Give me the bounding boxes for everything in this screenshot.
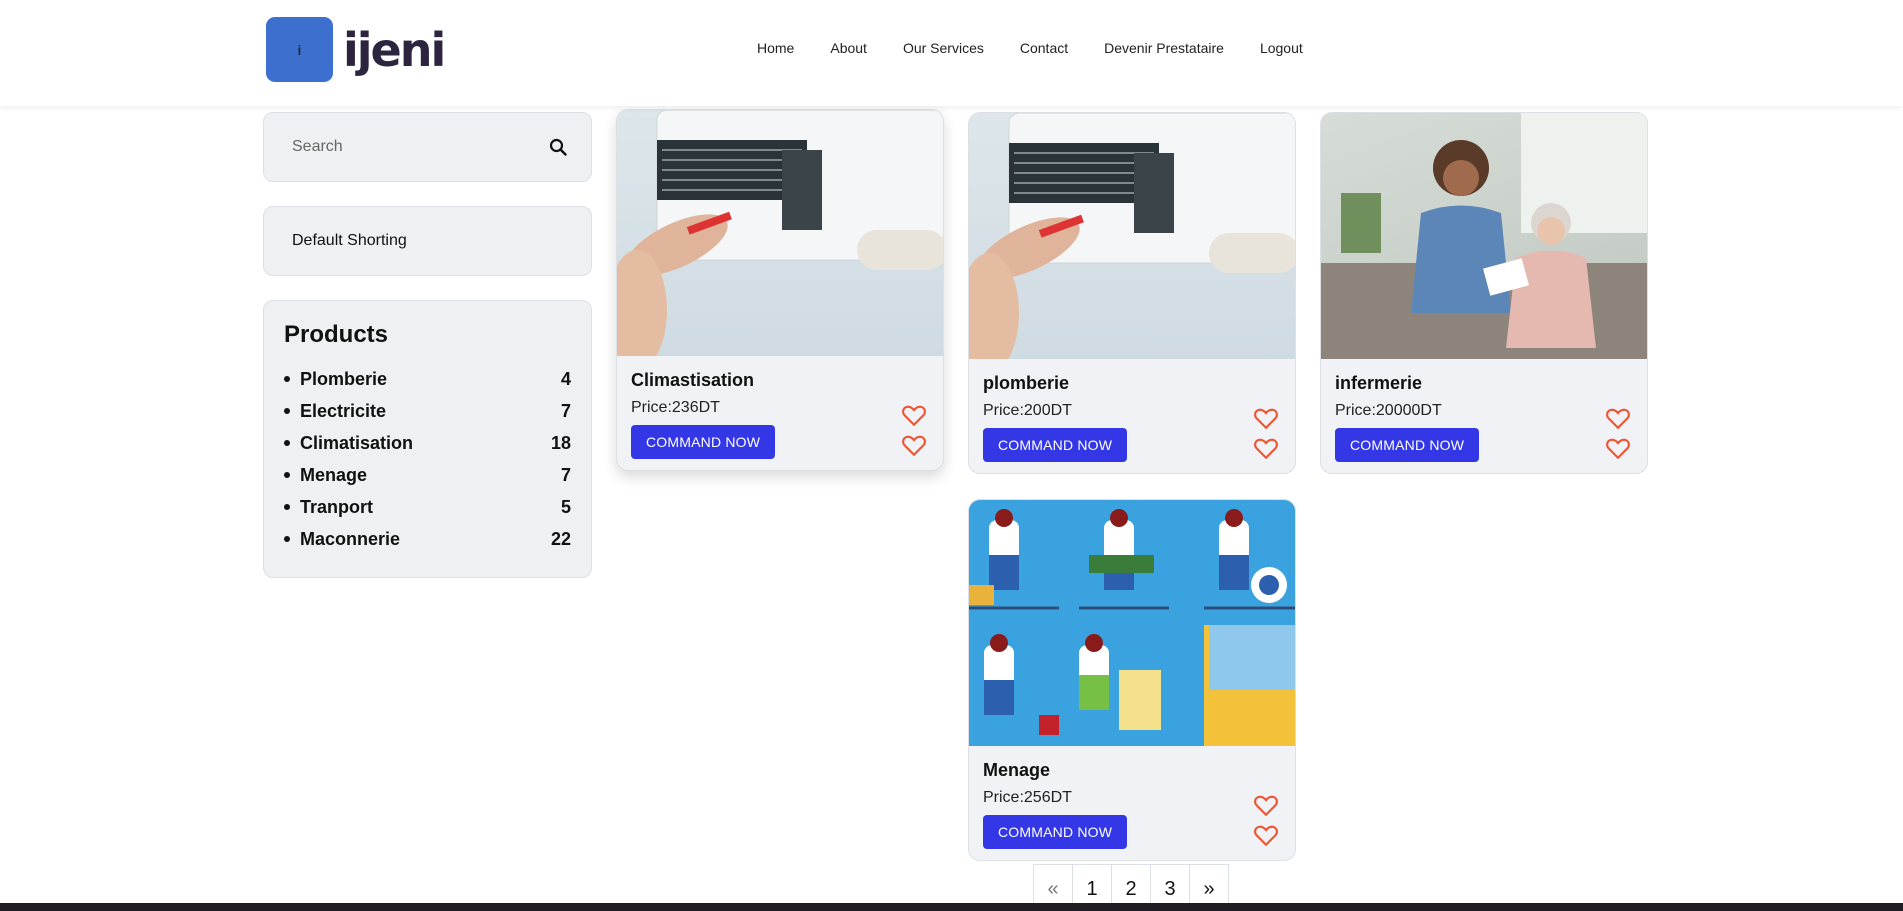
command-now-button[interactable]: COMMAND NOW bbox=[983, 428, 1128, 462]
product-card[interactable]: Climastisation Price:236DT COMMAND NOW bbox=[616, 109, 944, 471]
nav-about[interactable]: About bbox=[830, 40, 867, 56]
product-card[interactable]: plomberie Price:200DT COMMAND NOW bbox=[968, 112, 1296, 474]
category-label: Tranport bbox=[284, 497, 373, 518]
category-title: Products bbox=[284, 321, 389, 348]
search-input[interactable] bbox=[292, 138, 532, 156]
product-price: Price:20000DT bbox=[1335, 402, 1442, 419]
heart-icon[interactable] bbox=[1253, 405, 1279, 431]
nav-our-services[interactable]: Our Services bbox=[903, 40, 984, 56]
category-item-menage[interactable]: Menage 7 bbox=[284, 459, 571, 491]
product-info: infermerie Price:20000DT COMMAND NOW bbox=[1321, 359, 1647, 473]
category-count: 4 bbox=[560, 368, 571, 389]
heart-icon[interactable] bbox=[901, 402, 927, 428]
product-image-housekeeping bbox=[969, 500, 1295, 746]
product-image-ac-repair bbox=[969, 113, 1295, 359]
command-now-button[interactable]: COMMAND NOW bbox=[1335, 428, 1480, 462]
category-count: 18 bbox=[550, 432, 571, 453]
product-title[interactable]: plomberie bbox=[983, 373, 1281, 394]
favorite-icons bbox=[1605, 405, 1631, 461]
heart-icon[interactable] bbox=[901, 432, 927, 458]
nav-home[interactable]: Home bbox=[757, 40, 794, 56]
main-nav: Home About Our Services Contact Devenir … bbox=[757, 40, 1303, 56]
logo-mark-letter: i bbox=[297, 41, 302, 58]
favorite-icons bbox=[1253, 405, 1279, 461]
footer-bar bbox=[0, 903, 1903, 911]
category-count: 5 bbox=[560, 496, 571, 517]
nav-contact[interactable]: Contact bbox=[1020, 40, 1068, 56]
product-card[interactable]: infermerie Price:20000DT COMMAND NOW bbox=[1320, 112, 1648, 474]
category-count: 7 bbox=[560, 400, 571, 421]
nav-devenir-prestataire[interactable]: Devenir Prestataire bbox=[1104, 40, 1224, 56]
heart-icon[interactable] bbox=[1605, 435, 1631, 461]
product-info: Climastisation Price:236DT COMMAND NOW bbox=[617, 356, 943, 470]
heart-icon[interactable] bbox=[1253, 435, 1279, 461]
logo[interactable]: i ijeni bbox=[266, 17, 446, 82]
category-label: Maconnerie bbox=[284, 529, 400, 550]
product-info: Menage Price:256DT COMMAND NOW bbox=[969, 746, 1295, 860]
category-item-electricite[interactable]: Electricite 7 bbox=[284, 395, 571, 427]
favorite-icons bbox=[1253, 792, 1279, 848]
command-now-button[interactable]: COMMAND NOW bbox=[983, 815, 1128, 849]
product-info: plomberie Price:200DT COMMAND NOW bbox=[969, 359, 1295, 473]
category-count: 7 bbox=[560, 464, 571, 485]
heart-icon[interactable] bbox=[1605, 405, 1631, 431]
category-label: Electricite bbox=[284, 401, 386, 422]
sort-select[interactable]: Default Shorting bbox=[263, 206, 592, 276]
product-title[interactable]: infermerie bbox=[1335, 373, 1633, 394]
logo-text: ijeni bbox=[343, 22, 446, 77]
command-now-button[interactable]: COMMAND NOW bbox=[631, 425, 776, 459]
product-price: Price:256DT bbox=[983, 789, 1072, 806]
category-item-maconnerie[interactable]: Maconnerie 22 bbox=[284, 523, 571, 555]
category-label: Plomberie bbox=[284, 369, 387, 390]
category-item-climatisation[interactable]: Climatisation 18 bbox=[284, 427, 571, 459]
category-label: Menage bbox=[284, 465, 367, 486]
product-title[interactable]: Climastisation bbox=[631, 370, 929, 391]
heart-icon[interactable] bbox=[1253, 822, 1279, 848]
category-count: 22 bbox=[550, 528, 571, 549]
favorite-icons bbox=[901, 402, 927, 458]
product-card[interactable]: Menage Price:256DT COMMAND NOW bbox=[968, 499, 1296, 861]
category-item-tranport[interactable]: Tranport 5 bbox=[284, 491, 571, 523]
product-price: Price:200DT bbox=[983, 402, 1072, 419]
search-icon[interactable] bbox=[549, 138, 567, 156]
product-price: Price:236DT bbox=[631, 399, 720, 416]
product-title[interactable]: Menage bbox=[983, 760, 1281, 781]
nav-logout[interactable]: Logout bbox=[1260, 40, 1303, 56]
product-image-nurse bbox=[1321, 113, 1647, 359]
heart-icon[interactable] bbox=[1253, 792, 1279, 818]
logo-mark: i bbox=[266, 17, 333, 82]
category-list: Products Plomberie 4 Electricite 7 Clima… bbox=[263, 300, 592, 578]
category-item-plomberie[interactable]: Plomberie 4 bbox=[284, 363, 571, 395]
category-label: Climatisation bbox=[284, 433, 413, 454]
site-header: i ijeni Home About Our Services Contact … bbox=[0, 0, 1903, 106]
search-box bbox=[263, 112, 592, 182]
product-image-ac-repair bbox=[617, 110, 943, 356]
